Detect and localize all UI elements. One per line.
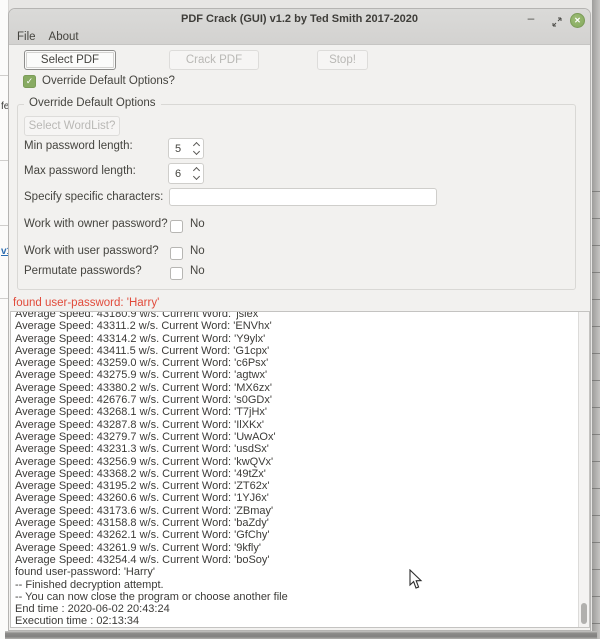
log-line: Average Speed: 43195.2 w/s. Current Word…: [15, 480, 575, 492]
min-length-spinner[interactable]: 5: [168, 138, 204, 159]
specific-chars-label: Specify specific characters:: [24, 191, 163, 203]
log-scrollbar[interactable]: [578, 312, 589, 627]
spinner-buttons: [190, 139, 203, 158]
crack-pdf-button[interactable]: Crack PDF: [169, 50, 259, 70]
chevron-down-icon: [193, 148, 200, 155]
log-line: Execution time : 02:13:34: [15, 615, 575, 627]
chevron-down-icon: [193, 173, 200, 180]
log-output[interactable]: Average Speed: 43180.9 w/s. Current Word…: [10, 311, 590, 628]
spin-down-button[interactable]: [190, 174, 203, 184]
log-line: Average Speed: 43158.8 w/s. Current Word…: [15, 517, 575, 529]
log-line: Average Speed: 43368.2 w/s. Current Word…: [15, 468, 575, 480]
close-icon: ✕: [574, 17, 581, 25]
log-line: Average Speed: 43380.2 w/s. Current Word…: [15, 382, 575, 394]
log-line: found user-password: 'Harry': [15, 566, 575, 578]
log-line: -- You can now close the program or choo…: [15, 591, 575, 603]
spinner-buttons: [190, 164, 203, 183]
minimize-icon: –: [528, 11, 535, 25]
window-title: PDF Crack (GUI) v1.2 by Ted Smith 2017-2…: [9, 13, 590, 25]
group-title: Override Default Options: [24, 97, 161, 109]
menubar: File About: [9, 31, 81, 45]
max-length-label: Max password length:: [24, 165, 136, 177]
log-line: Average Speed: 43261.9 w/s. Current Word…: [15, 542, 575, 554]
owner-password-checkbox[interactable]: [170, 220, 183, 233]
override-options-group: Override Default Options Select WordList…: [17, 104, 576, 290]
titlebar[interactable]: PDF Crack (GUI) v1.2 by Ted Smith 2017-2…: [9, 9, 590, 45]
log-line: Average Speed: 43254.4 w/s. Current Word…: [15, 554, 575, 566]
menu-file[interactable]: File: [15, 31, 38, 45]
owner-password-label: Work with owner password?: [24, 218, 168, 230]
log-line: Average Speed: 43287.8 w/s. Current Word…: [15, 419, 575, 431]
log-line: Average Speed: 43314.2 w/s. Current Word…: [15, 333, 575, 345]
menu-about[interactable]: About: [47, 31, 81, 45]
log-line: Average Speed: 43262.1 w/s. Current Word…: [15, 529, 575, 541]
found-password-status: found user-password: 'Harry': [13, 297, 159, 309]
log-line: Average Speed: 43231.3 w/s. Current Word…: [15, 443, 575, 455]
log-line: Average Speed: 43411.5 w/s. Current Word…: [15, 345, 575, 357]
pdf-crack-window: PDF Crack (GUI) v1.2 by Ted Smith 2017-2…: [8, 8, 591, 631]
log-line: -- Finished decryption attempt.: [15, 579, 575, 591]
log-line: Average Speed: 43275.9 w/s. Current Word…: [15, 369, 575, 381]
log-lines: Average Speed: 43180.9 w/s. Current Word…: [15, 311, 575, 628]
log-line: Average Speed: 43259.0 w/s. Current Word…: [15, 357, 575, 369]
min-length-label: Min password length:: [24, 140, 133, 152]
background-window-right: [592, 0, 600, 639]
log-line: Average Speed: 43260.6 w/s. Current Word…: [15, 492, 575, 504]
window-shadow: [5, 631, 597, 639]
log-line: Average Speed: 43173.6 w/s. Current Word…: [15, 505, 575, 517]
stop-button[interactable]: Stop!: [317, 50, 368, 70]
select-pdf-button[interactable]: Select PDF: [24, 50, 116, 70]
minimize-button[interactable]: –: [523, 10, 539, 26]
user-password-value: No: [190, 245, 205, 257]
checkmark-icon: ✓: [26, 76, 34, 86]
log-line: Average Speed: 43180.9 w/s. Current Word…: [15, 311, 575, 320]
log-line: Average Speed: 43279.7 w/s. Current Word…: [15, 431, 575, 443]
log-line: Average Speed: 42676.7 w/s. Current Word…: [15, 394, 575, 406]
restore-icon: [552, 17, 562, 27]
log-line: End time : 2020-06-02 20:43:24: [15, 603, 575, 615]
max-length-value: 6: [169, 164, 190, 183]
specific-chars-input[interactable]: [169, 188, 437, 206]
restore-button[interactable]: [549, 14, 565, 30]
mouse-cursor: [409, 569, 423, 590]
log-line: Average Speed: 43311.2 w/s. Current Word…: [15, 320, 575, 332]
close-button[interactable]: ✕: [570, 13, 585, 28]
override-options-checkbox[interactable]: ✓: [23, 75, 36, 88]
background-row-lines: [592, 165, 600, 635]
spin-down-button[interactable]: [190, 149, 203, 159]
user-password-label: Work with user password?: [24, 245, 159, 257]
permutate-label: Permutate passwords?: [24, 265, 142, 277]
permutate-value: No: [190, 265, 205, 277]
user-password-checkbox[interactable]: [170, 247, 183, 260]
permutate-checkbox[interactable]: [170, 267, 183, 280]
scrollbar-thumb[interactable]: [581, 603, 587, 624]
max-length-spinner[interactable]: 6: [168, 163, 204, 184]
log-line: Average Speed: 43256.9 w/s. Current Word…: [15, 456, 575, 468]
min-length-value: 5: [169, 139, 190, 158]
select-wordlist-button[interactable]: Select WordList?: [24, 116, 120, 136]
override-options-label: Override Default Options?: [42, 75, 175, 87]
owner-password-value: No: [190, 218, 205, 230]
log-line: Average Speed: 43268.1 w/s. Current Word…: [15, 406, 575, 418]
